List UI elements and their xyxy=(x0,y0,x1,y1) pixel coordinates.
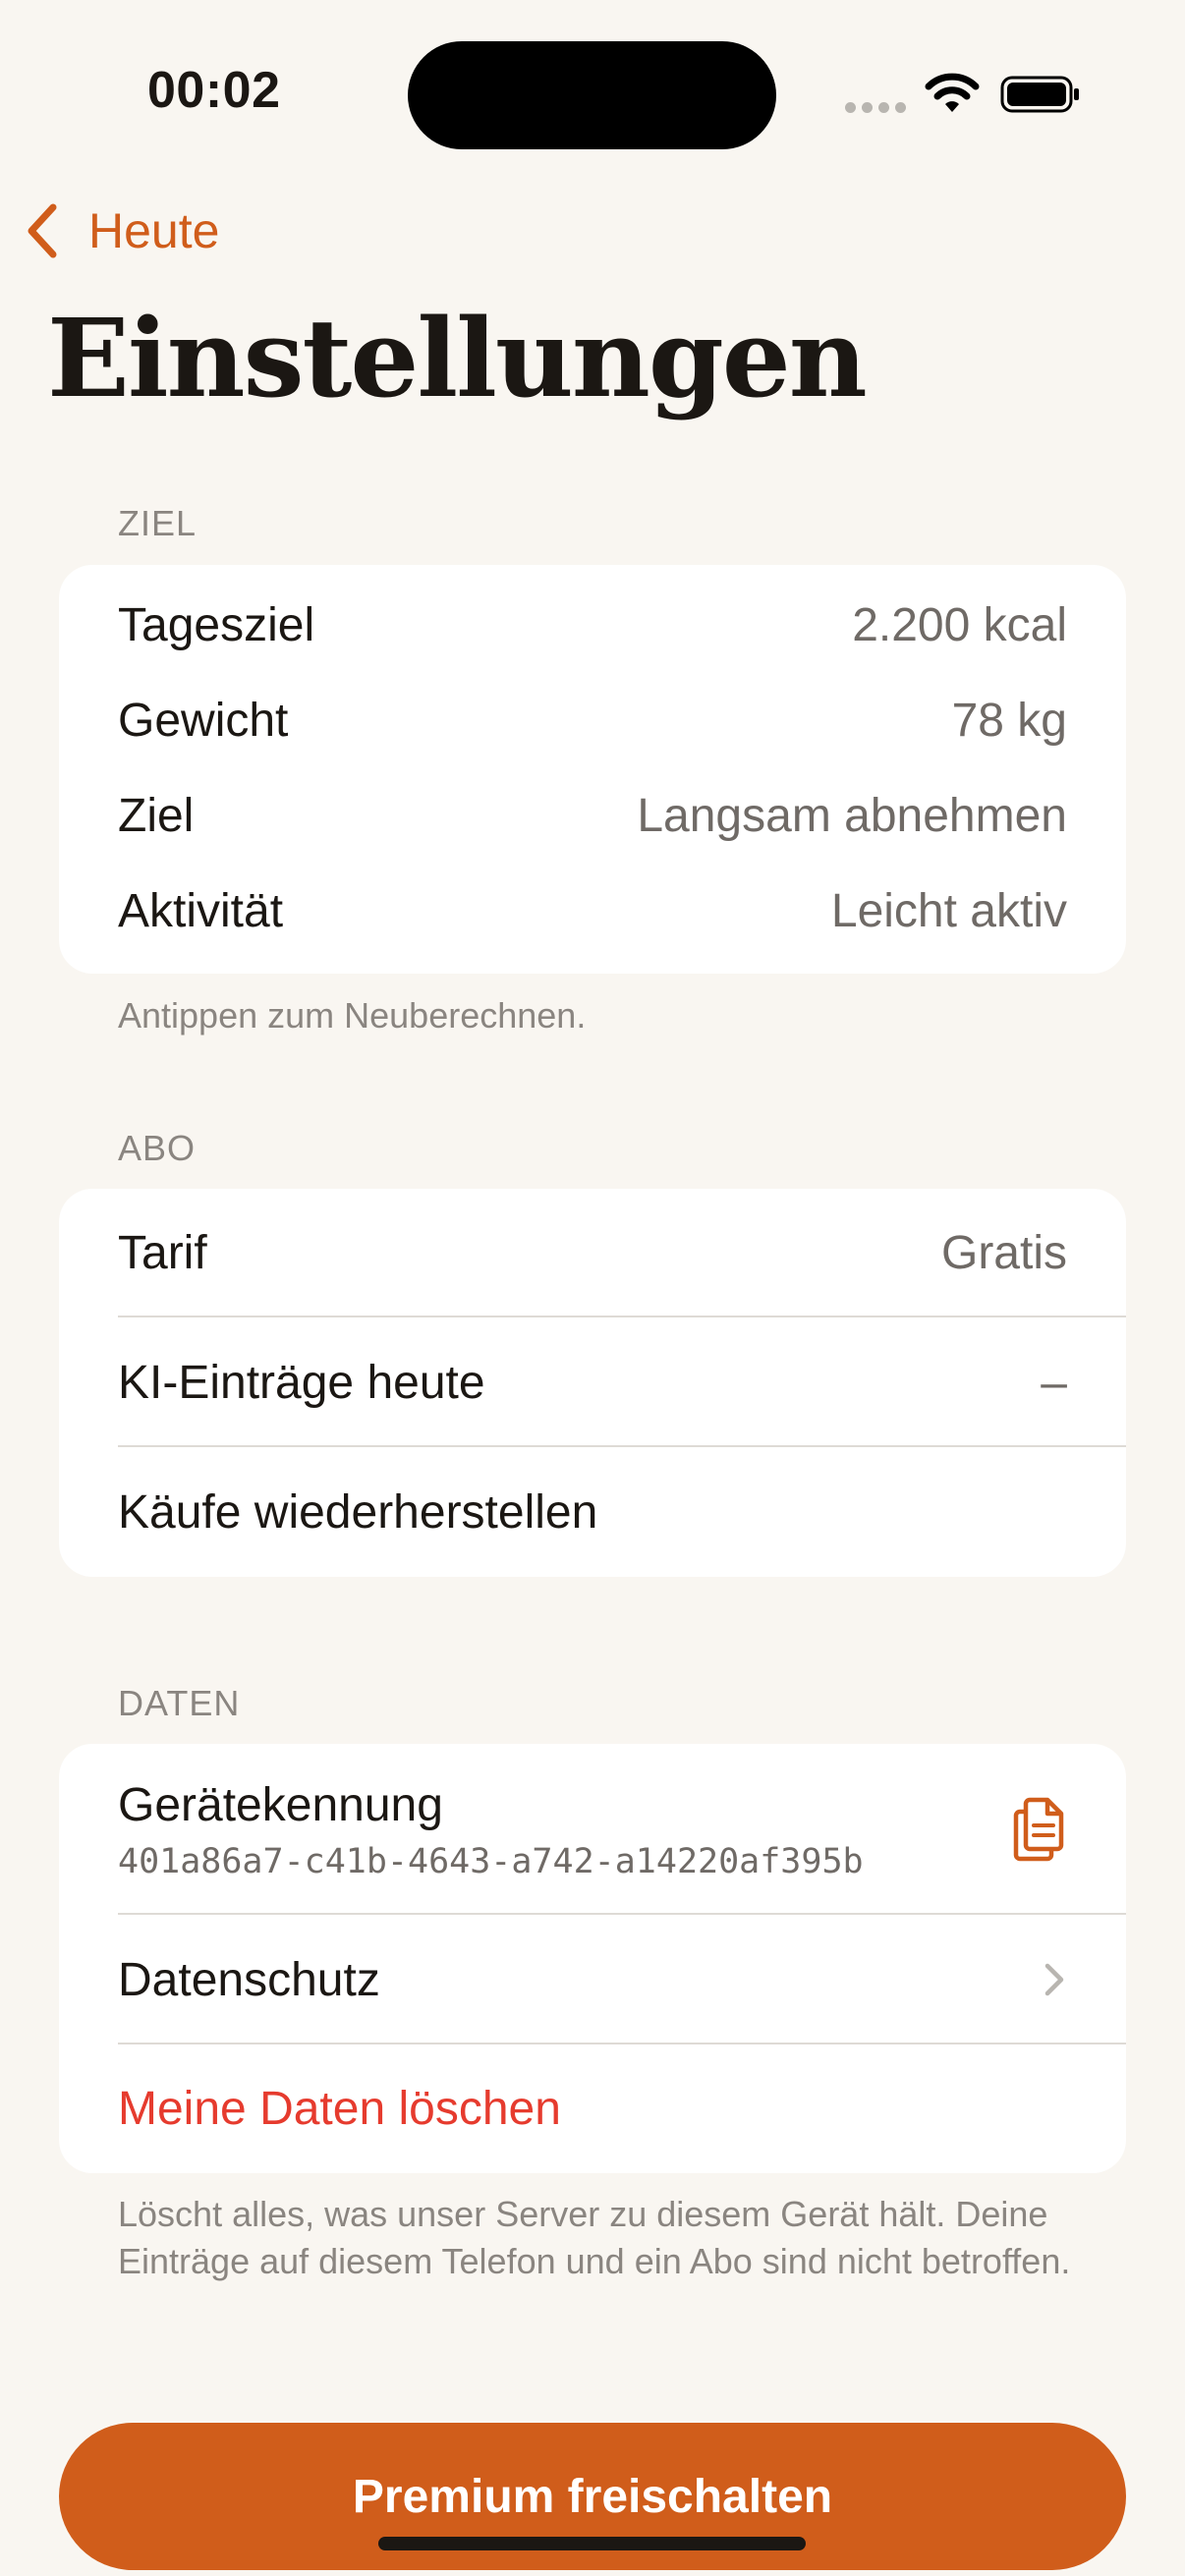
ai-entries-row: KI-Einträge heute – xyxy=(59,1317,1126,1447)
device-id-block: Gerätekennung 401a86a7-c41b-4643-a742-a1… xyxy=(118,1778,864,1881)
back-label: Heute xyxy=(88,203,220,258)
goal-footer-note: Antippen zum Neuberechnen. xyxy=(118,995,587,1036)
goal-card: Tagesziel 2.200 kcal Gewicht 78 kg Ziel … xyxy=(59,565,1126,974)
goal-row-weight[interactable]: Gewicht 78 kg xyxy=(59,673,1126,768)
device-id-value: 401a86a7-c41b-4643-a742-a14220af395b xyxy=(118,1841,864,1881)
section-header-abo: ABO xyxy=(118,1128,197,1168)
wifi-icon xyxy=(925,73,980,112)
tarif-label: Tarif xyxy=(118,1227,207,1279)
tarif-row: Tarif Gratis xyxy=(59,1189,1126,1317)
data-card: Gerätekennung 401a86a7-c41b-4643-a742-a1… xyxy=(59,1744,1126,2173)
back-button[interactable]: Heute xyxy=(24,196,219,265)
device-id-row: Gerätekennung 401a86a7-c41b-4643-a742-a1… xyxy=(59,1744,1126,1915)
privacy-row[interactable]: Datenschutz xyxy=(59,1915,1126,2044)
goal-row-activity[interactable]: Aktivität Leicht aktiv xyxy=(59,864,1126,959)
tarif-value: Gratis xyxy=(940,1227,1067,1279)
privacy-label: Datenschutz xyxy=(118,1953,380,2006)
restore-purchases-button[interactable]: Käufe wiederherstellen xyxy=(59,1447,1126,1577)
row-value: 78 kg xyxy=(951,695,1067,747)
home-indicator[interactable] xyxy=(378,2537,806,2550)
row-label: Tagesziel xyxy=(118,599,315,651)
row-label: Aktivität xyxy=(118,885,284,937)
goal-row-daily-target[interactable]: Tagesziel 2.200 kcal xyxy=(59,578,1126,673)
battery-icon xyxy=(1000,76,1079,113)
row-value: Leicht aktiv xyxy=(830,885,1067,937)
ai-entries-value: – xyxy=(1041,1356,1067,1409)
goal-row-goal[interactable]: Ziel Langsam abnehmen xyxy=(59,768,1126,864)
delete-data-label: Meine Daten löschen xyxy=(118,2083,561,2135)
data-footer-note: Löscht alles, was unser Server zu diesem… xyxy=(118,2194,1071,2281)
delete-data-button[interactable]: Meine Daten löschen xyxy=(59,2044,1126,2173)
section-header-ziel: ZIEL xyxy=(118,503,198,543)
settings-screen: 00:02 Heute Einstellungen ZIEL Tagesziel… xyxy=(0,0,1185,2576)
ai-entries-label: KI-Einträge heute xyxy=(118,1356,485,1409)
dynamic-island xyxy=(408,41,776,149)
signal-dots-icon xyxy=(845,102,906,113)
row-value: Langsam abnehmen xyxy=(637,790,1067,842)
page-title: Einstellungen xyxy=(47,295,868,421)
row-label: Ziel xyxy=(118,790,195,842)
device-id-label: Gerätekennung xyxy=(118,1778,443,1831)
chevron-right-icon xyxy=(1044,1963,1064,1996)
row-value: 2.200 kcal xyxy=(852,599,1067,651)
restore-purchases-label: Käufe wiederherstellen xyxy=(118,1485,598,1539)
status-time: 00:02 xyxy=(147,62,281,119)
copy-icon[interactable] xyxy=(1010,1796,1067,1863)
chevron-left-icon xyxy=(28,203,57,258)
section-header-daten: DATEN xyxy=(118,1683,241,1723)
row-label: Gewicht xyxy=(118,695,289,747)
subscription-card: Tarif Gratis KI-Einträge heute – Käufe w… xyxy=(59,1189,1126,1577)
